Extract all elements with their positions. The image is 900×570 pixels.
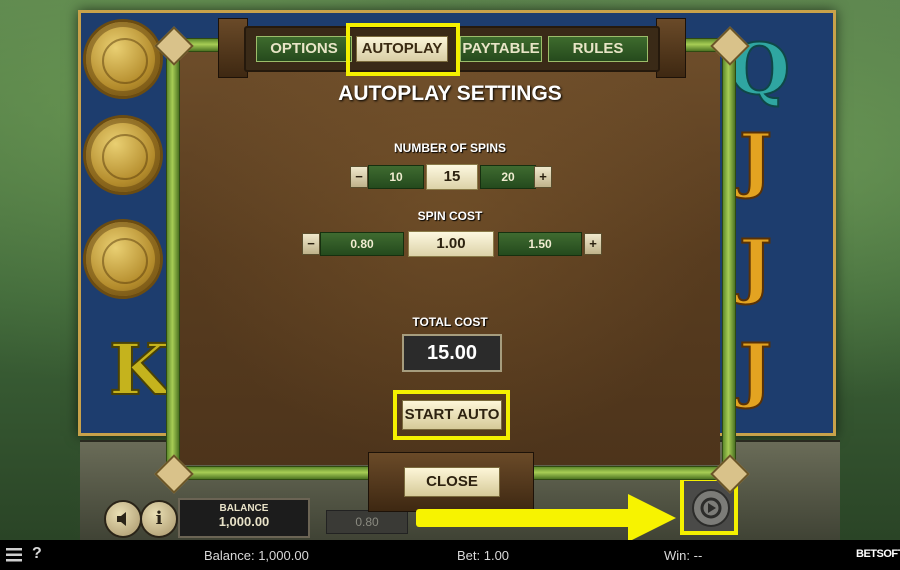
spin-cost-option[interactable]: 0.80	[320, 232, 404, 256]
pointer-arrow-head	[628, 494, 676, 542]
sound-button[interactable]	[104, 500, 142, 538]
balance-label: BALANCE	[219, 503, 269, 514]
spins-option[interactable]: 10	[368, 165, 424, 189]
balance-display: BALANCE 1,000.00	[178, 498, 310, 538]
speaker-icon	[117, 512, 126, 526]
bet-display: 0.80	[326, 510, 408, 534]
spin-cost-decrease-button[interactable]: −	[302, 233, 320, 255]
close-button[interactable]: CLOSE	[404, 467, 500, 497]
tab-paytable[interactable]: PAYTABLE	[460, 36, 542, 62]
reel-symbol-k: K	[108, 328, 171, 411]
spin-cost-option[interactable]: 1.50	[498, 232, 582, 256]
spins-increase-button[interactable]: +	[534, 166, 552, 188]
status-bet: Bet: 1.00	[457, 548, 510, 563]
reel-symbol-j: J	[738, 118, 773, 201]
highlight-box	[346, 23, 460, 76]
status-win: Win: --	[664, 548, 703, 563]
pointer-arrow	[416, 509, 636, 527]
start-auto-button[interactable]: START AUTO	[402, 400, 502, 430]
coin-symbol	[83, 219, 163, 299]
spin-cost-option-selected[interactable]: 1.00	[408, 231, 494, 257]
tab-bar-post	[656, 18, 686, 78]
spins-label: NUMBER OF SPINS	[393, 141, 506, 155]
total-cost-label: TOTAL COST	[412, 315, 488, 329]
spin-cost-increase-button[interactable]: +	[584, 233, 602, 255]
tab-options[interactable]: OPTIONS	[256, 36, 352, 62]
spin-cost-label: SPIN COST	[417, 209, 483, 223]
hamburger-icon[interactable]	[6, 548, 22, 562]
coin-symbol	[83, 19, 163, 99]
panel-title: AUTOPLAY SETTINGS	[338, 82, 562, 105]
bamboo-frame	[166, 38, 180, 480]
total-cost-value: 15.00	[402, 334, 502, 372]
tab-rules[interactable]: RULES	[548, 36, 648, 62]
bamboo-frame	[722, 38, 736, 480]
balance-value: 1,000.00	[218, 514, 270, 529]
reel-symbol-j: J	[738, 328, 773, 411]
reel-symbol-j: J	[738, 224, 773, 307]
autoplay-icon	[692, 489, 730, 527]
spins-option-selected[interactable]: 15	[426, 164, 478, 190]
spins-option[interactable]: 20	[480, 165, 536, 189]
brand-logo: BETSOFT	[856, 548, 900, 560]
help-button[interactable]: ?	[32, 545, 42, 563]
info-button[interactable]: i	[140, 500, 178, 538]
coin-symbol	[83, 115, 163, 195]
status-balance: Balance: 1,000.00	[204, 548, 309, 563]
status-bar: ? Balance: 1,000.00 Bet: 1.00 Win: -- BE…	[0, 540, 900, 570]
spins-decrease-button[interactable]: −	[350, 166, 368, 188]
